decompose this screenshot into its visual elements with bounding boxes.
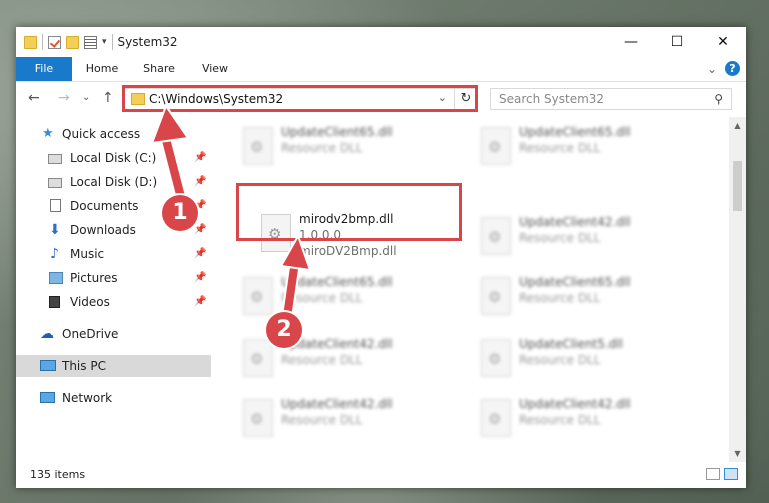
arrow-1-head — [150, 103, 190, 145]
arrow-1-shaft — [158, 132, 188, 201]
arrow-2-head — [279, 233, 312, 272]
annotation-arrows — [150, 103, 312, 320]
callout-badge-2: 2 — [266, 312, 302, 348]
callout-badge-1: 1 — [162, 195, 198, 231]
